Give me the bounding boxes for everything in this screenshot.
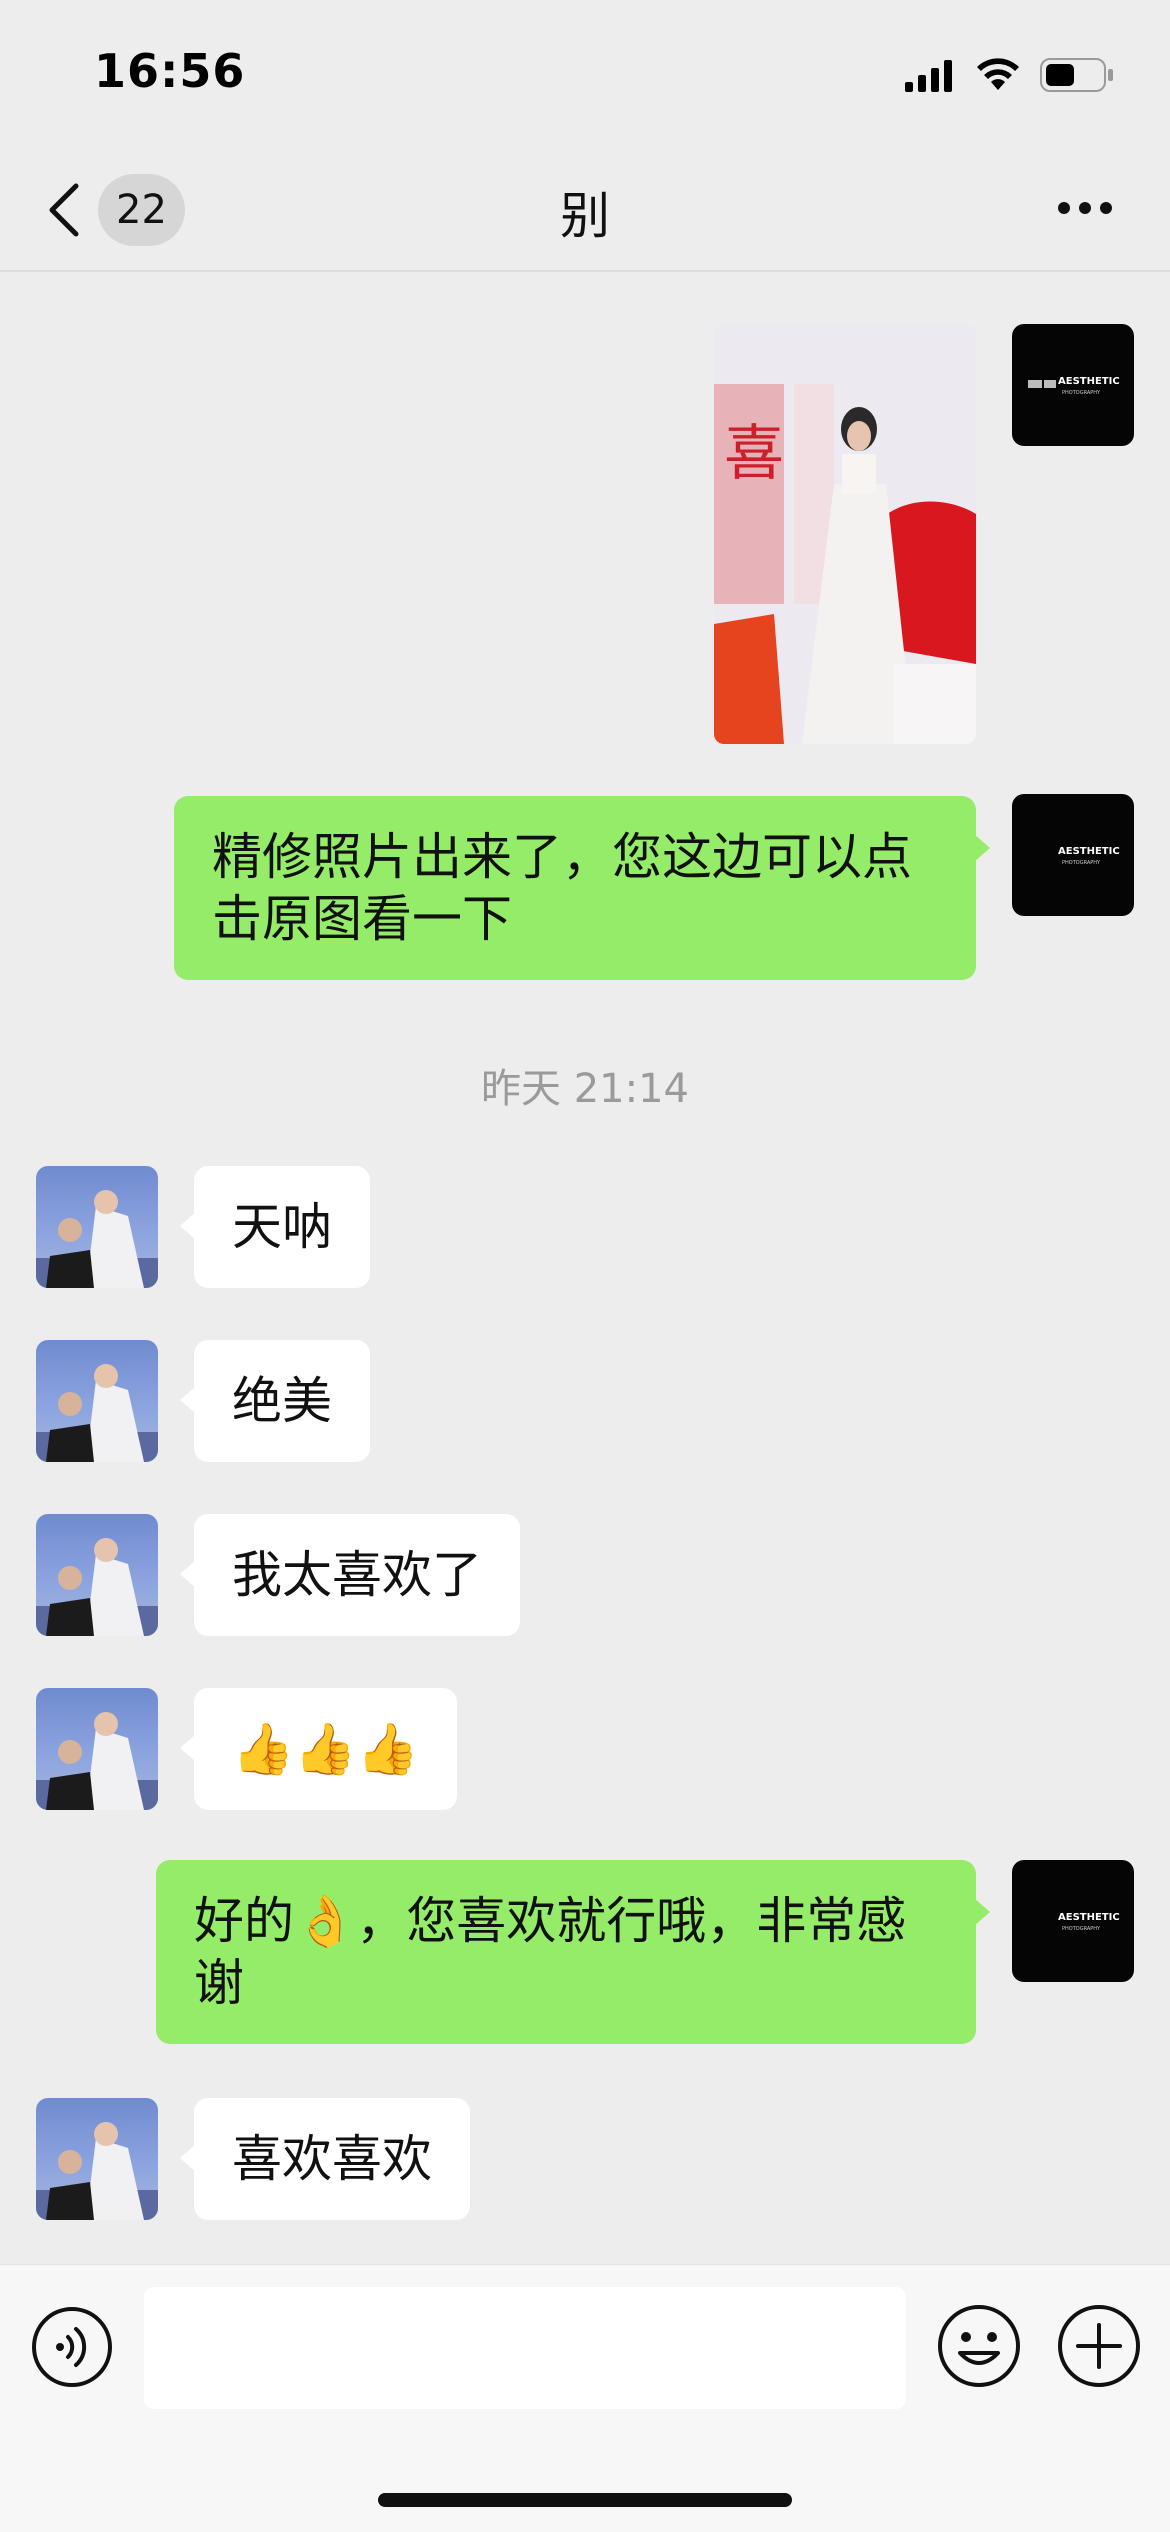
studio-logo-text: AESTHETIC (1058, 846, 1120, 857)
contact-avatar[interactable] (36, 2098, 158, 2220)
message-text: 天呐 (232, 1198, 332, 1256)
studio-avatar[interactable]: AESTHETIC PHOTOGRAPHY (1012, 324, 1134, 446)
message-text: 精修照片出来了，您这边可以点击原图看一下 (212, 828, 912, 948)
couple-photo-icon (36, 1712, 158, 1810)
home-indicator (378, 2493, 792, 2507)
studio-avatar[interactable]: AESTHETIC PHOTOGRAPHY (1012, 1860, 1134, 1982)
message-text: 绝美 (232, 1372, 332, 1430)
studio-avatar[interactable]: AESTHETIC PHOTOGRAPHY (1012, 794, 1134, 916)
chat-title: 别 (560, 187, 610, 245)
studio-logo-text: AESTHETIC (1058, 376, 1120, 387)
more-dots-icon[interactable] (1056, 198, 1114, 218)
cellular-signal-icon (905, 60, 952, 92)
chat-input-bar (0, 2264, 1170, 2532)
status-bar: 16:56 (0, 0, 1170, 150)
message-text: 喜欢喜欢 (232, 2130, 432, 2188)
message-bubble-incoming[interactable]: 我太喜欢了 (180, 1514, 520, 1636)
emoji-icon[interactable] (936, 2303, 1022, 2389)
wedding-photo-message[interactable]: 喜 (714, 324, 976, 744)
message-text: 👍👍👍 (232, 1720, 419, 1778)
message-bubble-incoming[interactable]: 喜欢喜欢 (180, 2098, 470, 2220)
studio-logo-text: AESTHETIC (1058, 1912, 1120, 1923)
plus-icon[interactable] (1056, 2303, 1142, 2389)
message-bubble-outgoing[interactable]: 好的👌，您喜欢就行哦，非常感谢 (156, 1860, 990, 2044)
message-bubble-incoming[interactable]: 绝美 (180, 1340, 370, 1462)
wedding-photo-image: 喜 (714, 324, 976, 744)
couple-photo-icon (36, 1538, 158, 1636)
wifi-icon (977, 58, 1019, 90)
message-text: 好的👌，您喜欢就行哦，非常感谢 (194, 1892, 907, 2012)
studio-logo-subtext: PHOTOGRAPHY (1062, 1926, 1101, 1932)
status-time: 16:56 (94, 44, 246, 98)
message-timestamp: 昨天 21:14 (481, 1066, 689, 1112)
studio-logo-subtext: PHOTOGRAPHY (1062, 390, 1101, 396)
contact-avatar[interactable] (36, 1340, 158, 1462)
message-bubble-outgoing[interactable]: 精修照片出来了，您这边可以点击原图看一下 (174, 796, 990, 980)
voice-icon[interactable] (30, 2305, 114, 2389)
message-text: 我太喜欢了 (232, 1546, 482, 1604)
message-bubble-incoming[interactable]: 👍👍👍 (180, 1688, 457, 1810)
contact-avatar[interactable] (36, 1688, 158, 1810)
message-input[interactable] (144, 2287, 906, 2409)
contact-avatar[interactable] (36, 1166, 158, 1288)
couple-photo-icon (36, 1364, 158, 1462)
contact-avatar[interactable] (36, 1514, 158, 1636)
chat-header: 22 别 (0, 150, 1170, 272)
svg-text:喜: 喜 (724, 419, 784, 489)
couple-photo-icon (36, 1190, 158, 1288)
couple-photo-icon (36, 2122, 158, 2220)
studio-logo-subtext: PHOTOGRAPHY (1062, 860, 1101, 866)
battery-icon (1040, 58, 1113, 92)
message-bubble-incoming[interactable]: 天呐 (180, 1166, 370, 1288)
